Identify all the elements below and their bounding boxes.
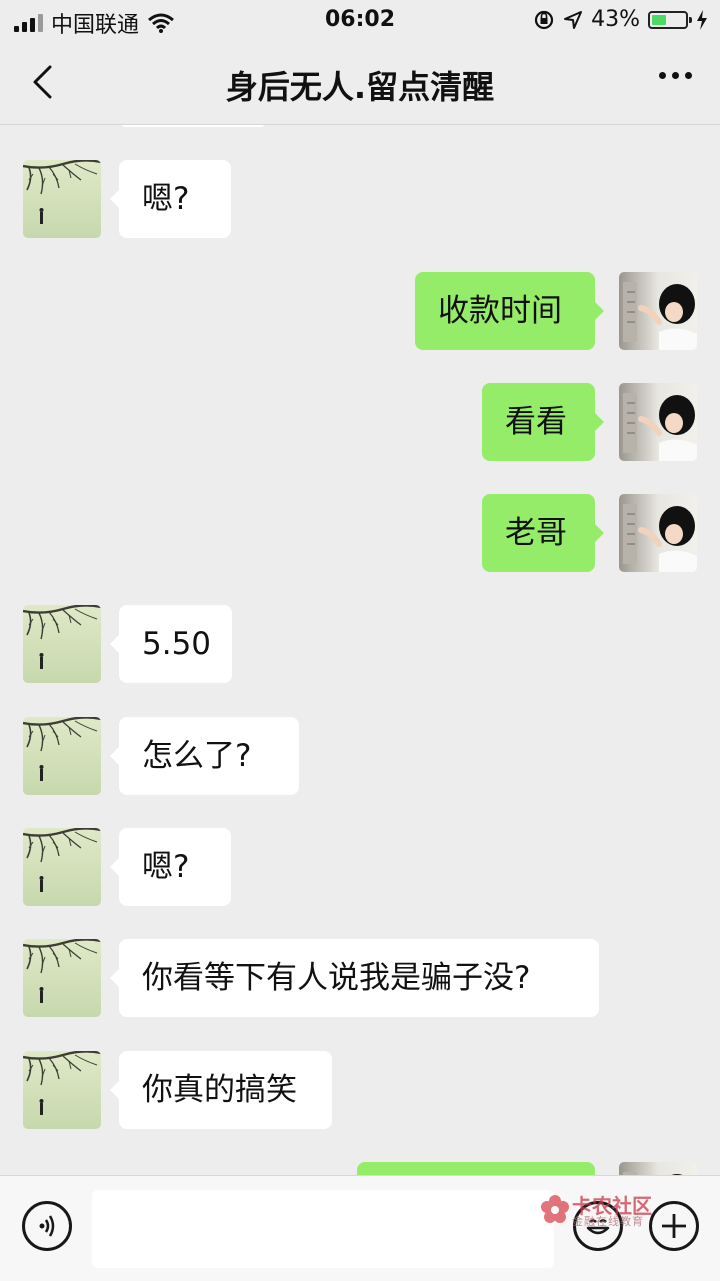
message-row: 怎么了?: [0, 717, 720, 797]
chat-header: 身后无人.留点清醒: [0, 40, 720, 125]
contact-avatar[interactable]: [23, 717, 101, 795]
user-avatar[interactable]: [619, 383, 697, 461]
contact-avatar[interactable]: [23, 605, 101, 683]
message-list[interactable]: 嗯? 收款时间看看老哥 5.50 怎么了? 嗯? 你看等下有人说我是骗子没? 你真的搞笑: [0, 125, 720, 1175]
message-bubble[interactable]: 你看等下有人说我是骗子没?: [110, 939, 599, 1017]
status-right: 43%: [533, 7, 708, 32]
message-row: 嗯?: [0, 828, 720, 908]
more-dots-icon: [659, 72, 666, 79]
contact-avatar[interactable]: [23, 939, 101, 1017]
watermark-subtext: 金融在线教育: [572, 1215, 644, 1228]
watermark-logo: 卡农社区 金融在线教育: [540, 1190, 660, 1230]
battery-icon: [648, 10, 692, 29]
message-bubble[interactable]: 你真的搞笑: [110, 1051, 332, 1129]
message-bubble[interactable]: 老哥: [482, 494, 604, 572]
chat-title: 身后无人.留点清醒: [225, 68, 495, 106]
message-row: 收款时间: [0, 272, 720, 352]
message-row: 你真的搞笑: [0, 1051, 720, 1131]
battery-percent: 43%: [591, 7, 640, 32]
battery-level-fill: [652, 14, 666, 25]
charging-icon: [697, 9, 707, 30]
message-bubble[interactable]: 嗯?: [110, 828, 231, 906]
message-bubble[interactable]: 看看: [482, 383, 604, 461]
contact-avatar[interactable]: [23, 1051, 101, 1129]
user-avatar[interactable]: [619, 272, 697, 350]
message-row: 看看: [0, 383, 720, 463]
voice-button[interactable]: [22, 1201, 72, 1251]
flower-logo-icon: [541, 1195, 569, 1223]
contact-avatar[interactable]: [23, 828, 101, 906]
message-row: 老哥: [0, 494, 720, 574]
message-bubble[interactable]: 怎么了?: [110, 717, 299, 795]
more-button[interactable]: [659, 72, 692, 79]
user-avatar[interactable]: [619, 494, 697, 572]
message-row: 你看等下有人说我是骗子没?: [0, 939, 720, 1019]
message-bubble-partial: [120, 125, 266, 127]
user-avatar[interactable]: [619, 1162, 697, 1175]
message-row: 5.50: [0, 605, 720, 685]
orientation-lock-icon: [534, 10, 554, 29]
contact-avatar[interactable]: [23, 160, 101, 238]
message-bubble[interactable]: 5.50: [110, 605, 232, 683]
voice-icon: [39, 1215, 55, 1237]
message-bubble[interactable]: 收款时间: [415, 272, 604, 350]
status-bar: 中国联通 06:02 43%: [0, 0, 720, 40]
location-icon: [564, 10, 583, 29]
message-row: [0, 1162, 720, 1175]
message-input[interactable]: [92, 1190, 554, 1268]
message-row: 嗯?: [0, 160, 720, 240]
message-bubble[interactable]: 嗯?: [110, 160, 231, 238]
message-bubble[interactable]: [357, 1162, 595, 1175]
